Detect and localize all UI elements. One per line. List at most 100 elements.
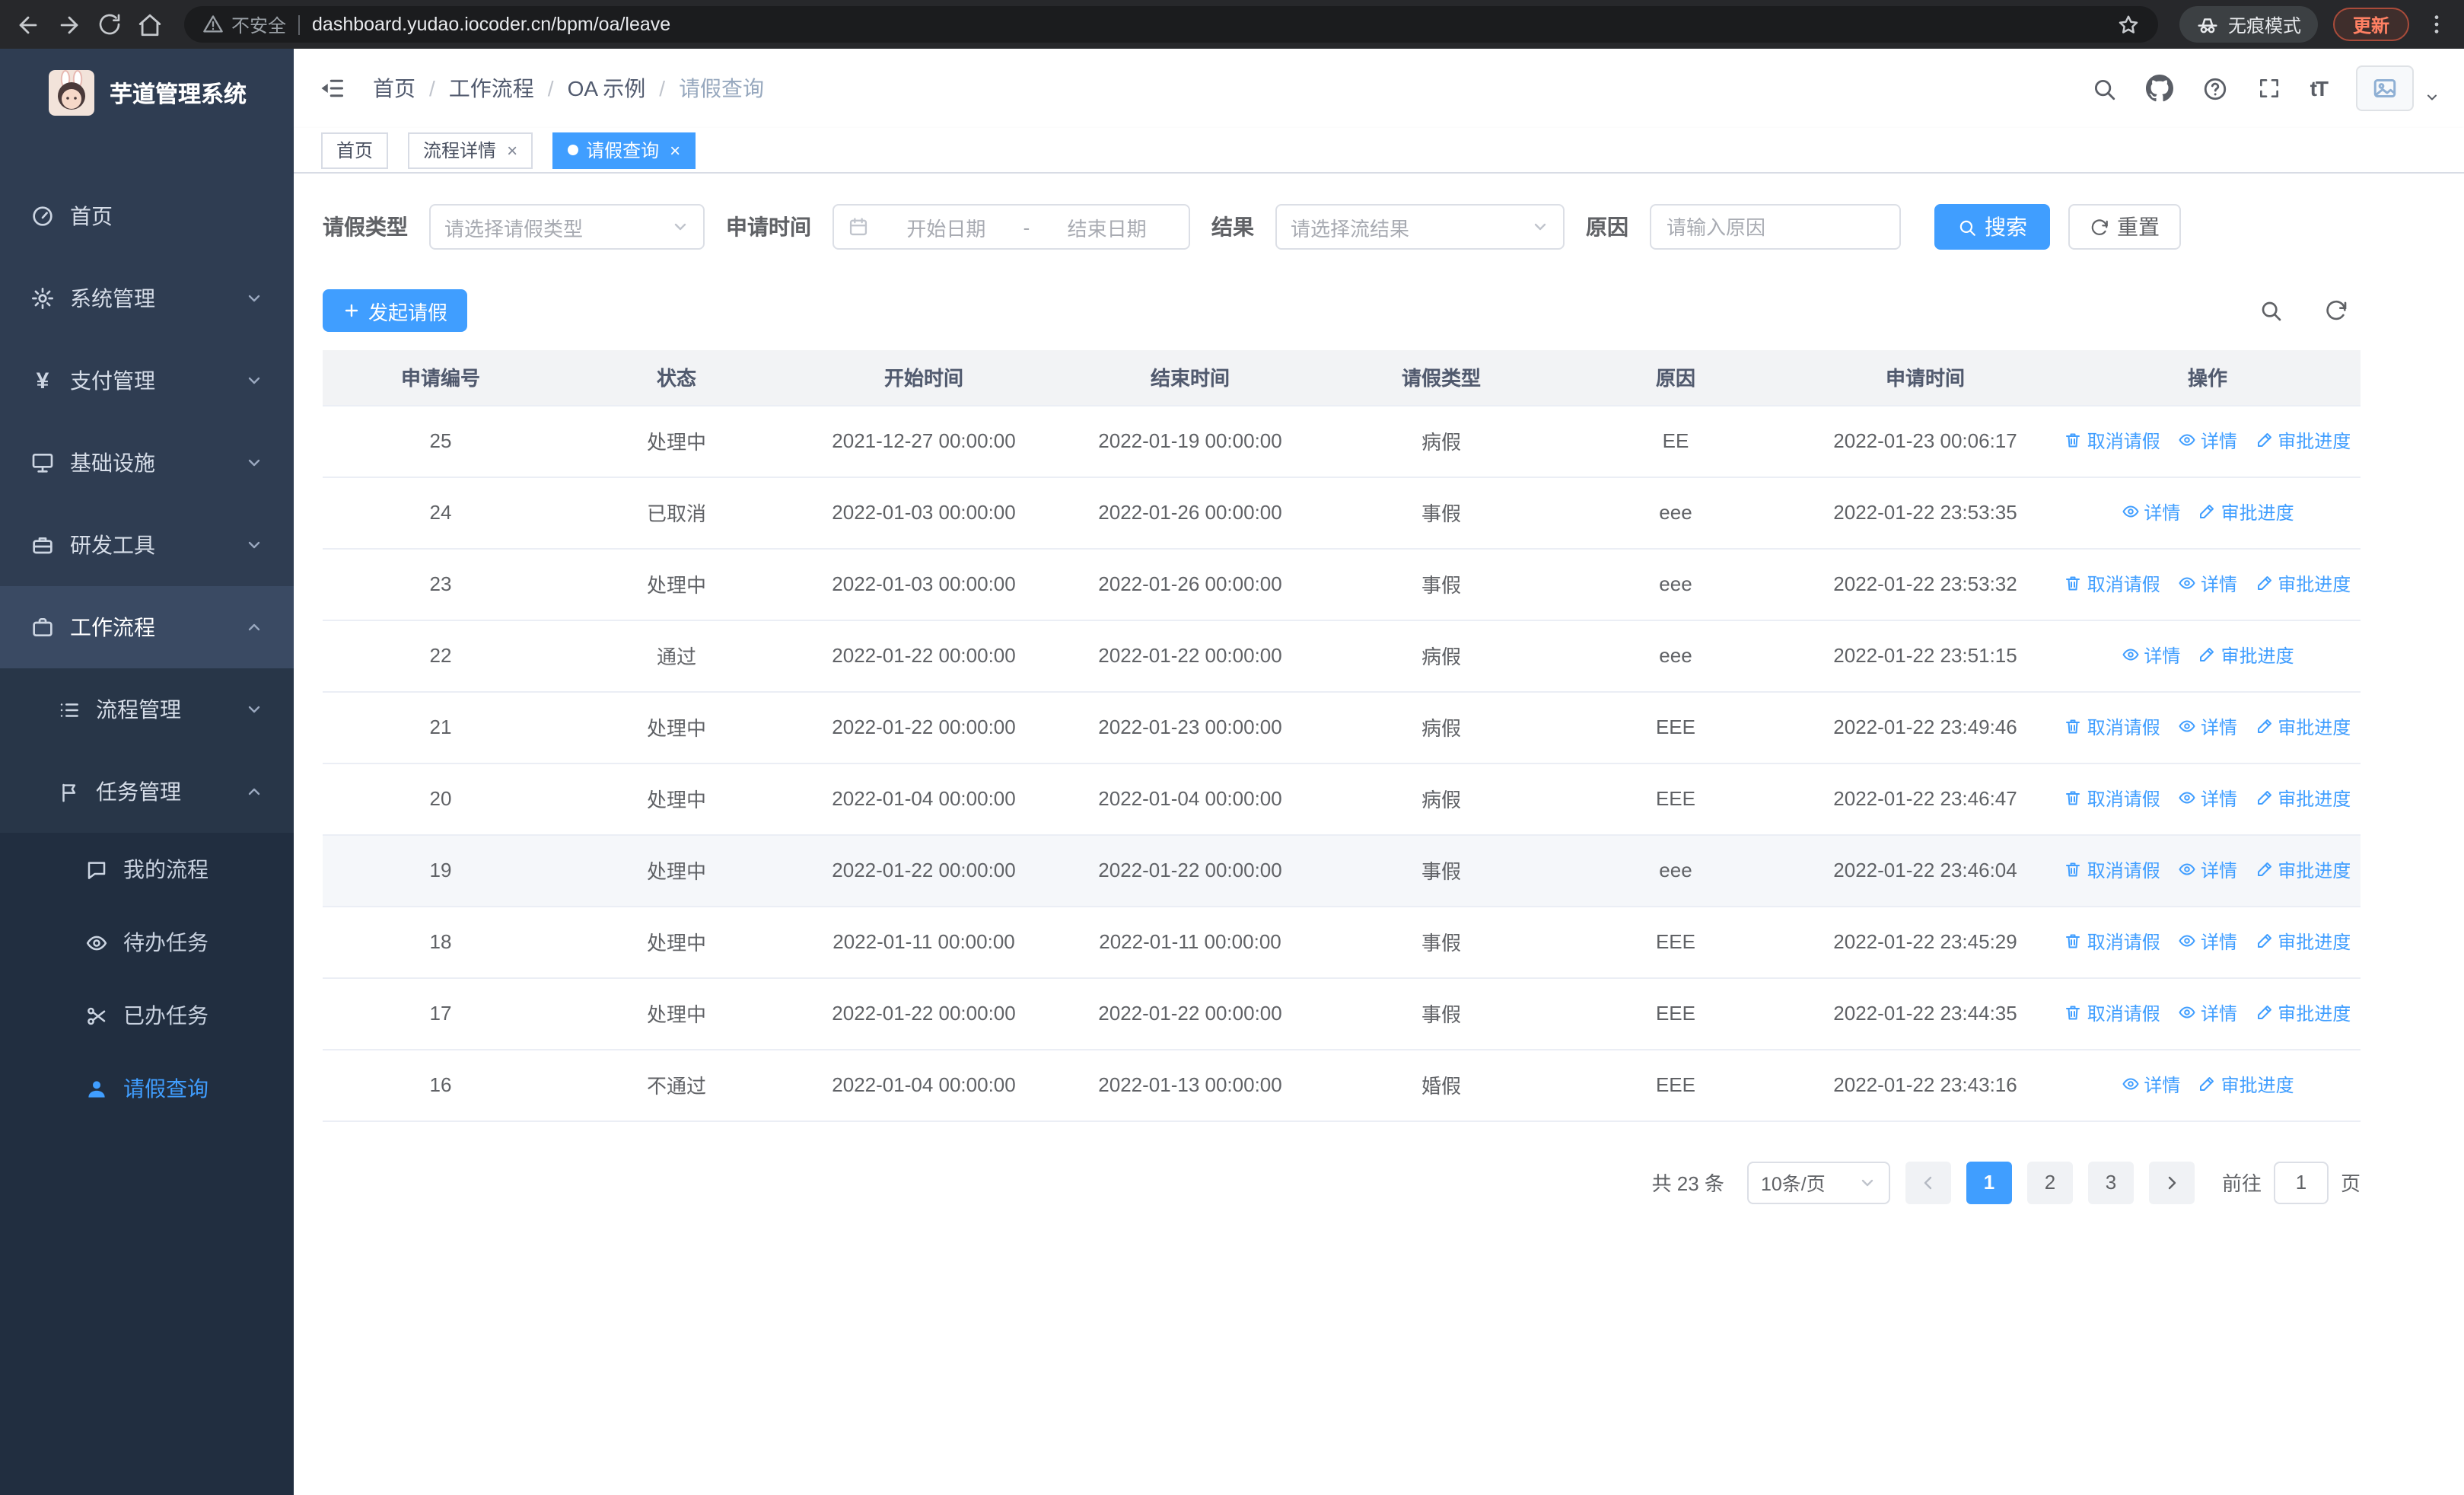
sidebar-item-dev-tools[interactable]: 研发工具	[0, 504, 294, 586]
sidebar-item-infrastructure[interactable]: 基础设施	[0, 422, 294, 504]
search-icon	[1957, 217, 1977, 237]
detail-link[interactable]: 详情	[2121, 1072, 2180, 1098]
cell-reason: EEE	[1555, 906, 1796, 978]
range-separator: -	[1023, 215, 1030, 238]
chevron-down-icon	[1531, 218, 1549, 236]
close-icon[interactable]: ×	[670, 141, 680, 159]
apply-time-range-picker[interactable]: 开始日期 - 结束日期	[832, 204, 1190, 250]
detail-link[interactable]: 详情	[2178, 571, 2237, 597]
avatar[interactable]	[2356, 65, 2414, 111]
approval-progress-link[interactable]: 审批进度	[2255, 714, 2351, 740]
screen: 不安全 dashboard.yudao.iocoder.cn/bpm/oa/le…	[0, 0, 2464, 1495]
sidebar-item-home[interactable]: 首页	[0, 175, 294, 257]
help-icon[interactable]	[2202, 75, 2228, 101]
chevron-right-icon	[2163, 1173, 2181, 1191]
detail-link[interactable]: 详情	[2178, 857, 2237, 883]
toggle-search-icon[interactable]	[2259, 298, 2283, 323]
prev-page-button[interactable]	[1905, 1161, 1951, 1203]
caret-down-icon[interactable]	[2424, 90, 2440, 105]
approval-progress-link[interactable]: 审批进度	[2255, 428, 2351, 454]
goto-page-input[interactable]	[2273, 1161, 2329, 1203]
approval-progress-link[interactable]: 审批进度	[2255, 857, 2351, 883]
search-button[interactable]: 搜索	[1934, 204, 2050, 250]
create-leave-button[interactable]: 发起请假	[323, 289, 468, 332]
github-icon[interactable]	[2146, 75, 2173, 102]
cancel-leave-link[interactable]: 取消请假	[2064, 786, 2160, 811]
close-icon[interactable]: ×	[507, 141, 517, 159]
detail-link[interactable]: 详情	[2121, 642, 2180, 668]
collapse-sidebar-icon[interactable]	[318, 75, 345, 102]
address-bar[interactable]: 不安全 dashboard.yudao.iocoder.cn/bpm/oa/le…	[184, 6, 2158, 43]
goto-label: 前往	[2221, 1172, 2262, 1195]
sidebar-item-workflow[interactable]: 工作流程	[0, 586, 294, 668]
cell-apply-id: 19	[323, 834, 559, 907]
leave-type-select[interactable]: 请选择请假类型	[429, 204, 705, 250]
cancel-leave-link[interactable]: 取消请假	[2064, 857, 2160, 883]
browser-forward-icon[interactable]	[56, 11, 82, 37]
cancel-leave-link[interactable]: 取消请假	[2064, 428, 2160, 454]
detail-link[interactable]: 详情	[2178, 1000, 2237, 1026]
approval-progress-link[interactable]: 审批进度	[2255, 929, 2351, 955]
cell-apply-id: 17	[323, 977, 559, 1050]
tab-process-detail[interactable]: 流程详情 ×	[408, 132, 533, 168]
sidebar-item-my-processes[interactable]: 我的流程	[0, 833, 294, 906]
detail-link[interactable]: 详情	[2121, 499, 2180, 525]
sidebar-item-leave-query[interactable]: 请假查询	[0, 1052, 294, 1125]
detail-link[interactable]: 详情	[2178, 929, 2237, 955]
detail-link[interactable]: 详情	[2178, 786, 2237, 811]
cancel-leave-link[interactable]: 取消请假	[2064, 1000, 2160, 1026]
page-size-select[interactable]: 10条/页	[1746, 1161, 1890, 1203]
browser-back-icon[interactable]	[15, 11, 41, 37]
approval-progress-link[interactable]: 审批进度	[2198, 1072, 2294, 1098]
table-row: 21 处理中 2022-01-22 00:00:00 2022-01-23 00…	[323, 691, 2361, 763]
cancel-leave-link[interactable]: 取消请假	[2064, 929, 2160, 955]
tab-leave-query[interactable]: 请假查询 ×	[552, 132, 696, 168]
sidebar-item-payment[interactable]: ¥ 支付管理	[0, 339, 294, 422]
sidebar-item-process-management[interactable]: 流程管理	[0, 668, 294, 751]
sidebar-item-label: 支付管理	[70, 368, 155, 393]
search-icon[interactable]	[2091, 75, 2117, 101]
reset-button[interactable]: 重置	[2068, 204, 2181, 250]
incognito-icon	[2196, 13, 2219, 36]
approval-progress-link[interactable]: 审批进度	[2198, 642, 2294, 668]
reason-input[interactable]	[1650, 204, 1901, 250]
url-text: dashboard.yudao.iocoder.cn/bpm/oa/leave	[312, 14, 671, 35]
page-button-1[interactable]: 1	[1966, 1161, 2012, 1203]
approval-progress-link[interactable]: 审批进度	[2198, 499, 2294, 525]
tab-home[interactable]: 首页	[321, 132, 389, 168]
breadcrumb-workflow[interactable]: 工作流程	[449, 73, 534, 104]
detail-link[interactable]: 详情	[2178, 428, 2237, 454]
browser-reload-icon[interactable]	[97, 12, 122, 37]
cell-leave-type: 病假	[1327, 405, 1555, 477]
result-select[interactable]: 请选择流结果	[1275, 204, 1565, 250]
security-warning[interactable]: 不安全	[202, 11, 286, 37]
sidebar-item-done-tasks[interactable]: 已办任务	[0, 979, 294, 1052]
font-size-icon[interactable]: tT	[2310, 76, 2329, 100]
cancel-leave-link[interactable]: 取消请假	[2064, 571, 2160, 597]
next-page-button[interactable]	[2148, 1161, 2195, 1203]
browser-update-button[interactable]: 更新	[2332, 8, 2409, 41]
col-apply-time: 申请时间	[1796, 350, 2055, 406]
kebab-menu-icon[interactable]	[2424, 12, 2449, 37]
breadcrumb-home[interactable]: 首页	[373, 73, 415, 104]
cell-apply-id: 22	[323, 620, 559, 692]
approval-progress-link[interactable]: 审批进度	[2255, 1000, 2351, 1026]
sidebar-item-task-management[interactable]: 任务管理	[0, 751, 294, 833]
refresh-icon[interactable]	[2324, 298, 2348, 323]
cell-actions: 取消请假 详情 审批进度	[2055, 548, 2361, 620]
sidebar-item-todo-tasks[interactable]: 待办任务	[0, 906, 294, 979]
cancel-leave-link[interactable]: 取消请假	[2064, 714, 2160, 740]
approval-progress-link[interactable]: 审批进度	[2255, 786, 2351, 811]
leave-table: 申请编号 状态 开始时间 结束时间 请假类型 原因 申请时间 操作 25 处理中…	[323, 350, 2361, 1121]
sidebar-item-system[interactable]: 系统管理	[0, 257, 294, 339]
app-logo[interactable]: 芋道管理系统	[0, 49, 294, 137]
page-button-2[interactable]: 2	[2026, 1161, 2073, 1203]
detail-link[interactable]: 详情	[2178, 714, 2237, 740]
page-button-3[interactable]: 3	[2087, 1161, 2134, 1203]
fullscreen-icon[interactable]	[2257, 76, 2281, 100]
breadcrumb-oa-example[interactable]: OA 示例	[568, 73, 646, 104]
approval-progress-link[interactable]: 审批进度	[2255, 571, 2351, 597]
bookmark-star-icon[interactable]	[2117, 13, 2140, 36]
cell-status: 处理中	[559, 405, 794, 477]
browser-home-icon[interactable]	[137, 11, 163, 37]
